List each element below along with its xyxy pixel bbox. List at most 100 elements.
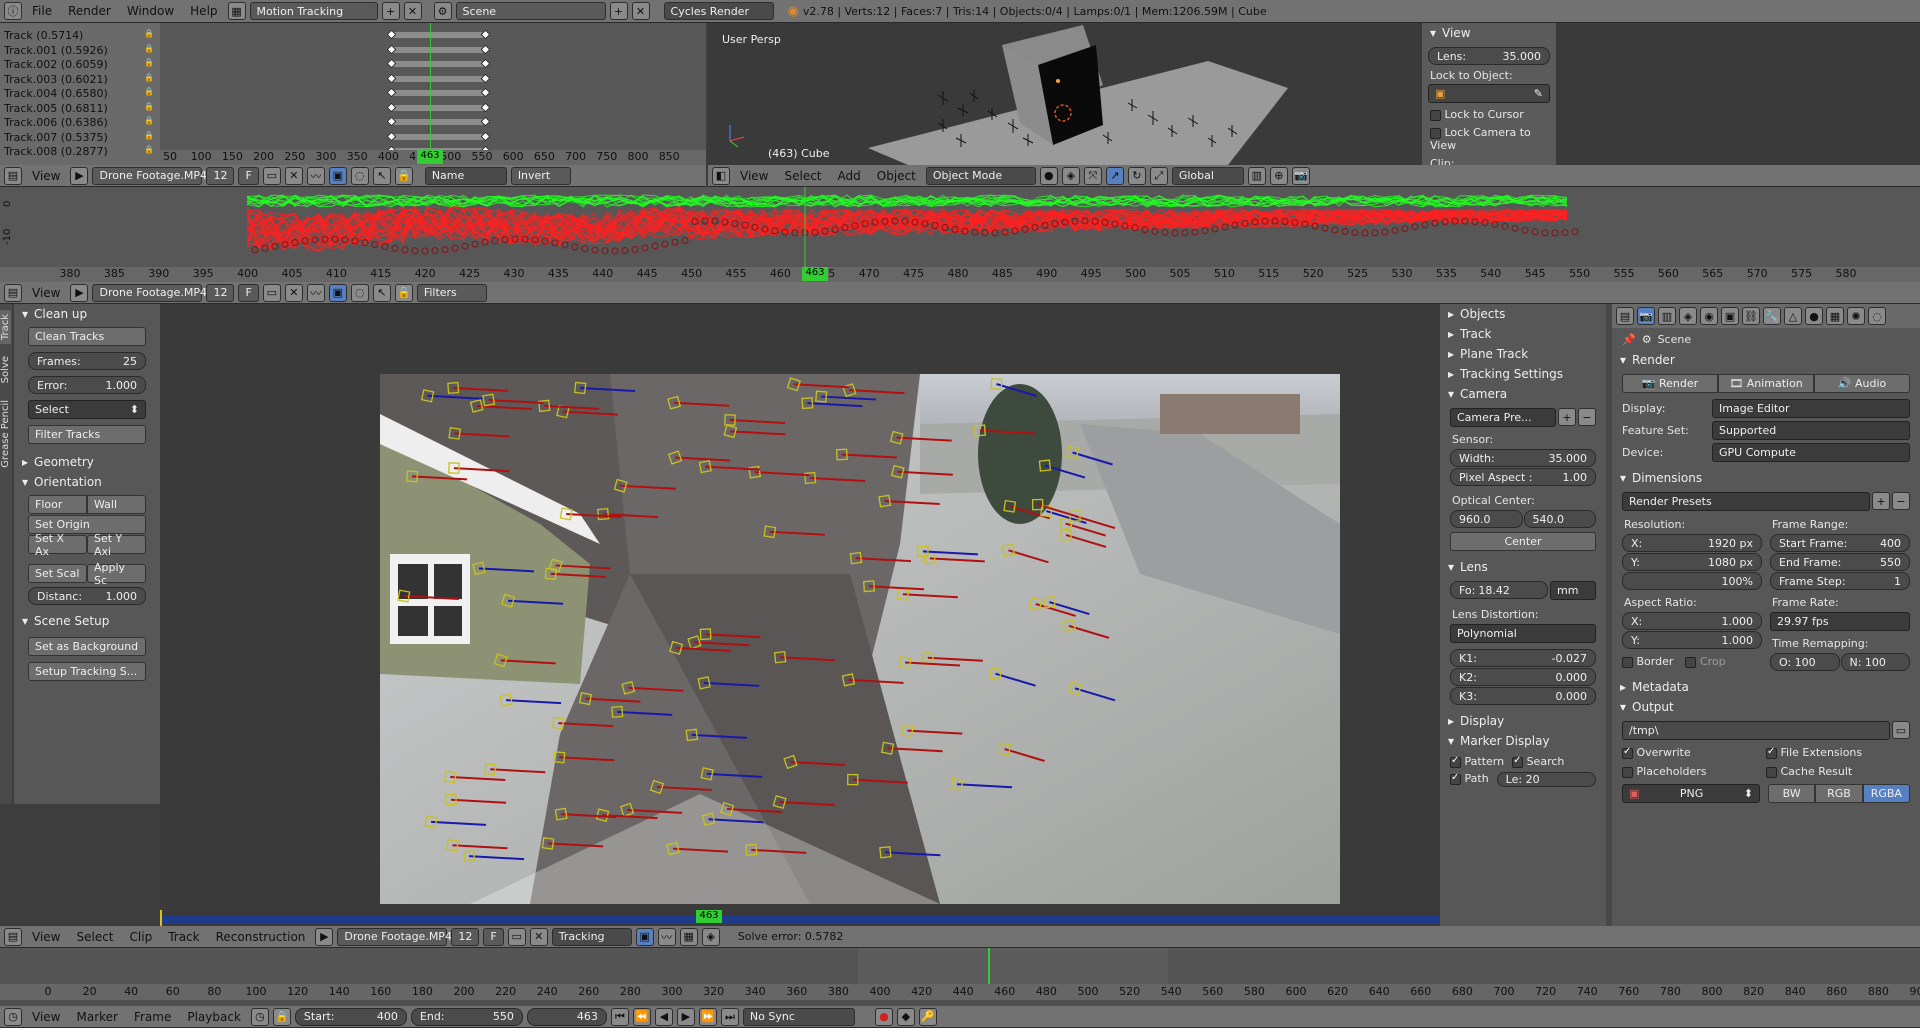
track-channel[interactable]: Track.002 (0.6059) 🔒 [0, 58, 160, 72]
dopesheet-frame-indicator[interactable]: 463 [417, 150, 443, 164]
screen-layout-icon[interactable]: ▦ [227, 2, 246, 20]
track-segment[interactable] [390, 61, 486, 67]
record-icon[interactable]: ● [874, 1007, 893, 1026]
track-channel[interactable]: Track.008 (0.2877) 🔒 [0, 145, 160, 159]
track-channel[interactable]: Track.005 (0.6811) 🔒 [0, 102, 160, 116]
lock-icon[interactable]: 🔒 [144, 145, 154, 159]
distance-field[interactable]: Distanc: 1.000 [28, 587, 146, 605]
menu-file[interactable]: File [26, 4, 58, 18]
lock-cursor-row[interactable]: Lock to Cursor [1430, 108, 1548, 121]
mode-select[interactable]: Object Mode [925, 166, 1036, 185]
tracking-settings-panel-header[interactable]: ▸ Tracking Settings [1440, 364, 1606, 384]
set-y-axis-button[interactable]: Set Y Axi [87, 532, 146, 558]
clip-selector[interactable]: Drone Footage.MP4 [337, 927, 452, 946]
display-select[interactable]: Image Editor [1712, 399, 1910, 418]
menu-window[interactable]: Window [121, 4, 180, 18]
remap-new-field[interactable]: N: 100 [1840, 653, 1910, 671]
path-toggle[interactable]: Path [1450, 772, 1489, 787]
fake-user-button[interactable]: F [238, 283, 259, 302]
end-frame-field[interactable]: End Frame: 550 [1770, 553, 1910, 571]
render-engine-select[interactable]: Cycles Render [663, 2, 774, 20]
menu-view[interactable]: View [26, 169, 66, 183]
plane-track-panel-header[interactable]: ▸ Plane Track [1440, 344, 1606, 364]
path-checkbox[interactable] [1450, 772, 1461, 785]
set-scale-button[interactable]: Set Scal [28, 564, 87, 583]
frame-rate-select[interactable]: 29.97 fps [1770, 612, 1910, 631]
lock-icon[interactable]: 🔒 [144, 29, 154, 43]
track-segment[interactable] [390, 133, 486, 140]
graph-frame-indicator[interactable]: 463 [802, 267, 828, 281]
graph-toggle-icon[interactable]: 〰 [657, 927, 676, 946]
scale-icon[interactable]: ⤢ [1149, 166, 1168, 185]
menu-view[interactable]: View [26, 1010, 66, 1024]
track-segment[interactable] [390, 32, 486, 38]
filters-toggle[interactable]: Filters [416, 283, 487, 302]
menu-help[interactable]: Help [184, 4, 223, 18]
add-scene-icon[interactable]: + [609, 2, 628, 20]
keyframe-icon[interactable]: 🔑 [918, 1007, 937, 1026]
apply-scale-button[interactable]: Apply Sc [87, 561, 146, 587]
filter-tracks-button[interactable]: Filter Tracks [28, 425, 146, 444]
audio-button[interactable]: 🔊 Audio [1814, 374, 1910, 393]
clip-frame-indicator[interactable]: 463 [696, 910, 722, 923]
lock-camera-checkbox[interactable] [1430, 127, 1441, 139]
lock-camera-row[interactable]: Lock Camera to View [1430, 126, 1548, 152]
track-segment[interactable] [390, 119, 486, 125]
track-segment[interactable] [390, 75, 486, 82]
unlink-icon[interactable]: ✕ [284, 283, 303, 302]
display-panel-header[interactable]: ▸ Display [1440, 711, 1606, 731]
frames-field[interactable]: Frames: 25 [28, 352, 146, 370]
focal-length-field[interactable]: Fo: 18.42 [1450, 581, 1548, 599]
graph-view-icon[interactable]: ▣ [328, 283, 347, 302]
jump-end-icon[interactable]: ⏭ [720, 1007, 739, 1026]
menu-playback[interactable]: Playback [181, 1010, 247, 1024]
lock-icon[interactable]: 🔒 [394, 283, 413, 302]
animation-button[interactable]: 🎞 Animation [1718, 374, 1814, 393]
orientation-select[interactable]: Global [1171, 166, 1244, 185]
remove-preset-icon[interactable]: − [1578, 408, 1596, 426]
remove-preset-icon[interactable]: − [1892, 492, 1910, 510]
camera-panel-header[interactable]: ▾ Camera [1440, 384, 1606, 404]
set-background-button[interactable]: Set as Background [28, 637, 146, 656]
clip-users[interactable]: 12 [451, 927, 480, 946]
render-panel-header[interactable]: ▾ Render [1612, 350, 1920, 370]
crop-checkbox[interactable] [1685, 656, 1697, 668]
view-panel-header[interactable]: ▾ View [1422, 23, 1556, 43]
track-channel[interactable]: Track.006 (0.6386) 🔒 [0, 116, 160, 130]
browse-folder-icon[interactable]: ▭ [1892, 721, 1910, 739]
invert-button[interactable]: Invert [510, 166, 571, 185]
clip-users[interactable]: 12 [206, 283, 235, 302]
setup-tracking-button[interactable]: Setup Tracking S... [28, 662, 146, 681]
wall-button[interactable]: Wall [87, 495, 146, 514]
marker-display-panel-header[interactable]: ▾ Marker Display [1440, 731, 1606, 751]
material-tab-icon[interactable]: ● [1805, 307, 1823, 325]
menu-view[interactable]: View [26, 930, 66, 944]
output-panel-header[interactable]: ▾ Output [1612, 697, 1920, 717]
clip-selector[interactable]: Drone Footage.MP4 [92, 283, 207, 302]
translate-icon[interactable]: ↗ [1105, 166, 1124, 185]
crop-toggle[interactable]: Crop [1685, 655, 1726, 668]
manipulator-icon[interactable]: ⤧ [1083, 166, 1102, 185]
render-tab-icon[interactable]: 📷 [1637, 307, 1655, 325]
start-frame-field[interactable]: Start: 400 [294, 1007, 407, 1026]
menu-frame[interactable]: Frame [128, 1010, 177, 1024]
menu-view[interactable]: View [734, 169, 774, 183]
aspect-y-field[interactable]: Y: 1.000 [1622, 631, 1762, 649]
data-tab-icon[interactable]: △ [1784, 307, 1802, 325]
lock-icon[interactable]: 🔒 [144, 102, 154, 116]
pin-icon[interactable]: 📌 [1622, 333, 1636, 346]
lock-icon[interactable]: 🔒 [394, 166, 413, 185]
add-layout-icon[interactable]: + [381, 2, 400, 20]
focal-unit-select[interactable]: mm [1550, 581, 1596, 600]
timeline-ruler[interactable]: 0 20 40 60 80 100 120 140 160 180 200 220 240 260 280 3… [0, 984, 1920, 1000]
track-panel-header[interactable]: ▸ Track [1440, 324, 1606, 344]
overwrite-checkbox[interactable] [1622, 746, 1633, 759]
lock-icon[interactable]: 🔒 [144, 131, 154, 145]
cleanup-panel-header[interactable]: ▾ Clean up [14, 304, 160, 324]
lock-icon[interactable]: 🔒 [144, 73, 154, 87]
tab-grease-pencil[interactable]: Grease Pencil [0, 396, 11, 472]
dopesheet-ruler[interactable]: 5010015020025030035040045050055060065070… [160, 150, 706, 165]
dopesheet-playhead[interactable] [430, 23, 431, 150]
objects-panel-header[interactable]: ▸ Objects [1440, 304, 1606, 324]
border-checkbox[interactable] [1622, 656, 1633, 668]
